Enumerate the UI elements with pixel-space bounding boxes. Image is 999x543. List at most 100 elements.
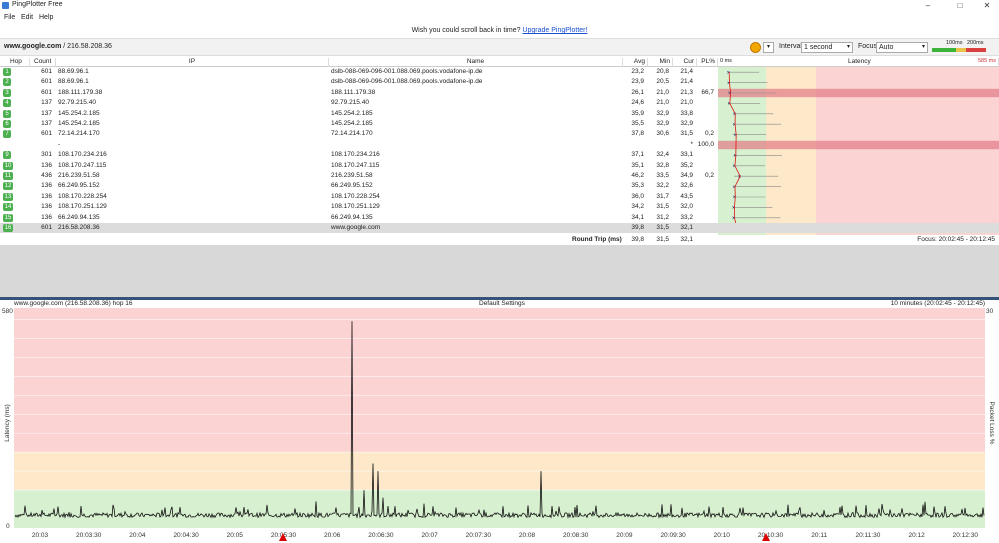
cell-avg: 24,6: [631, 99, 644, 107]
col-hop[interactable]: Hop: [0, 58, 30, 67]
cell-count: 137: [41, 109, 52, 117]
x-tick-label: 20:07: [421, 532, 438, 539]
cell-cur: 32,1: [680, 224, 693, 231]
menu-file[interactable]: File: [4, 14, 15, 21]
x-tick-label: 20:08: [519, 532, 536, 539]
focus-select[interactable]: Auto ▾: [876, 42, 928, 53]
upgrade-link[interactable]: Upgrade PingPlotter!: [522, 27, 587, 34]
x-tick-label: 20:11:30: [855, 532, 880, 539]
cell-count: 436: [41, 172, 52, 179]
table-row[interactable]: - * 100,0: [0, 140, 999, 150]
cell-min: 20,8: [656, 68, 669, 75]
x-tick-label: 20:09: [616, 532, 633, 539]
cell-name: 108.170.247.115: [331, 161, 380, 169]
menu-help[interactable]: Help: [39, 14, 53, 21]
table-row[interactable]: 12 136 66.249.95.152 66.249.95.152 35,3 32,2 3…: [0, 181, 999, 191]
x-tick-label: 20:12: [908, 532, 925, 539]
table-row[interactable]: 13 136 108.170.228.254 108.170.228.254 36,0 3…: [0, 192, 999, 202]
promo-text: Wish you could scroll back in time?: [411, 27, 521, 34]
cell-avg: 35,1: [631, 161, 644, 169]
cell-ip: 92.79.215.40: [58, 99, 96, 107]
table-row[interactable]: 15 136 66.249.94.135 66.249.94.135 34,1 31,2 3…: [0, 213, 999, 223]
cell-name: 108.170.251.129: [331, 203, 380, 211]
interval-label: Interval: [779, 43, 802, 50]
menu-bar: File Edit Help: [0, 12, 999, 24]
cell-count: 136: [41, 161, 52, 169]
cell-avg: 35,5: [631, 120, 644, 127]
col-avg[interactable]: Avg: [623, 58, 648, 67]
table-row[interactable]: 3 601 188.111.179.38 188.111.179.38 26,1 21,0…: [0, 88, 999, 98]
hop-badge: 9: [3, 151, 11, 160]
cell-cur: 21,4: [680, 68, 693, 75]
cell-cur: 32,0: [680, 203, 693, 211]
menu-edit[interactable]: Edit: [21, 14, 33, 21]
cell-ip: 88.69.96.1: [58, 68, 89, 75]
target-field[interactable]: www.google.com / 216.58.208.36: [4, 43, 112, 50]
promo-banner: Wish you could scroll back in time? Upgr…: [0, 24, 999, 38]
latency-min-label: 0 ms: [720, 58, 732, 64]
cell-ip: 108.170.251.129: [58, 203, 107, 211]
table-row[interactable]: 5 137 145.254.2.185 145.254.2.185 35,9 32,9 33…: [0, 109, 999, 119]
timeline-graph[interactable]: 580 0 30 Latency (ms) Packet Loss % 20:03 20:0…: [0, 308, 999, 541]
graph-range-title: 10 minutes (20:02:45 - 20:12:45): [890, 300, 985, 307]
col-cur[interactable]: Cur: [673, 58, 697, 67]
cell-count: 601: [41, 78, 52, 86]
table-row[interactable]: 10 136 108.170.247.115 108.170.247.115 35,1 3…: [0, 161, 999, 171]
pause-icon[interactable]: [750, 42, 761, 53]
cell-avg: 35,9: [631, 109, 644, 117]
cell-name: 216.239.51.58: [331, 172, 373, 179]
col-ip[interactable]: IP: [56, 58, 329, 67]
cell-count: 601: [41, 68, 52, 75]
hop-badge: 11: [3, 172, 13, 180]
col-name[interactable]: Name: [329, 58, 623, 67]
cell-ip: 216.58.208.36: [58, 224, 100, 231]
table-row[interactable]: 7 601 72.14.214.170 72.14.214.170 37,8 30,6 31…: [0, 129, 999, 139]
maximize-button[interactable]: □: [948, 0, 972, 12]
cell-name: 108.170.228.254: [331, 192, 380, 200]
cell-name: 108.170.234.216: [331, 151, 380, 159]
col-min[interactable]: Min: [648, 58, 673, 67]
cell-ip: 188.111.179.38: [58, 88, 103, 96]
cell-avg: 34,2: [631, 203, 644, 211]
col-latency[interactable]: 0 ms Latency 585 ms: [718, 58, 999, 67]
table-row[interactable]: 2 601 88.69.96.1 dslb-088-069-096-001.088.0…: [0, 77, 999, 87]
cell-avg: 26,1: [631, 88, 644, 96]
cell-name: 145.254.2.185: [331, 109, 373, 117]
pause-dropdown-icon[interactable]: ▾: [763, 42, 774, 53]
cell-ip: 108.170.247.115: [58, 161, 107, 169]
table-row[interactable]: 11 436 216.239.51.58 216.239.51.58 46,2 33,5 3…: [0, 171, 999, 181]
cell-avg: 37,1: [631, 151, 644, 159]
graph-settings-title: Default Settings: [479, 300, 525, 307]
y-min-label: 0: [6, 523, 10, 530]
interval-select[interactable]: 1 second ▾: [801, 42, 853, 53]
cell-min: 21,0: [656, 88, 669, 96]
cell-ip: 145.254.2.185: [58, 120, 100, 127]
col-pl[interactable]: PL%: [697, 58, 718, 67]
table-row[interactable]: 9 301 108.170.234.216 108.170.234.216 37,1 32…: [0, 150, 999, 160]
table-row[interactable]: 16 601 216.58.208.36 www.google.com 39,8 31,5…: [0, 223, 999, 234]
round-trip-min: 31,5: [656, 236, 669, 243]
x-tick-label: 20:08:30: [563, 532, 589, 539]
table-row[interactable]: 14 136 108.170.251.129 108.170.251.129 34,2 3…: [0, 202, 999, 212]
hop-badge: 12: [3, 182, 13, 191]
cell-name: 145.254.2.185: [331, 120, 373, 127]
minimize-button[interactable]: –: [916, 0, 940, 12]
close-button[interactable]: ✕: [975, 0, 999, 12]
cell-avg: 35,3: [631, 182, 644, 190]
table-row[interactable]: 6 137 145.254.2.185 145.254.2.185 35,5 32,9 32…: [0, 119, 999, 129]
cell-min: 33,5: [656, 172, 669, 179]
table-row[interactable]: 4 137 92.79.215.40 92.79.215.40 24,6 21,0 21,0: [0, 98, 999, 108]
cell-count: 137: [41, 120, 52, 127]
target-ip: / 216.58.208.36: [61, 43, 112, 50]
hop-badge: 7: [3, 130, 11, 139]
cell-avg: 36,0: [631, 192, 644, 200]
col-count[interactable]: Count: [30, 58, 56, 67]
hop-badge: 4: [3, 99, 11, 108]
hop-badge: 5: [3, 109, 11, 118]
cell-min: 32,4: [656, 151, 669, 159]
table-row[interactable]: 1 601 88.69.96.1 dslb-088-069-096-001.088.0…: [0, 67, 999, 77]
cell-avg: 39,8: [631, 224, 644, 231]
focus-value: Auto: [879, 44, 894, 51]
x-tick-label: 20:03:30: [76, 532, 102, 539]
right-max-label: 30: [986, 308, 994, 315]
